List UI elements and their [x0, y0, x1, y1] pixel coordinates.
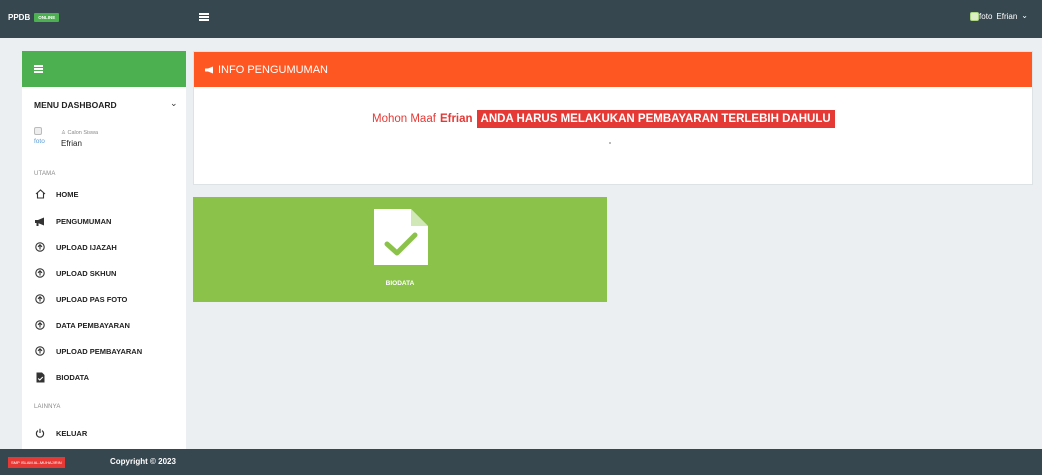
sidebar-item-data-pembayaran[interactable]: DATA PEMBAYARAN — [34, 317, 184, 333]
biodata-tile[interactable]: BIODATA — [193, 197, 607, 302]
upload-circle-icon — [34, 320, 46, 330]
sidebar-toggle-icon[interactable] — [34, 65, 43, 73]
home-icon — [34, 189, 46, 199]
sidebar-item-label: UPLOAD SKHUN — [56, 268, 117, 278]
sidebar-item-upload-ijazah[interactable]: UPLOAD IJAZAH — [34, 239, 184, 255]
sidebar-item-label: UPLOAD PAS FOTO — [56, 294, 128, 304]
profile-photo: foto — [34, 127, 50, 147]
sidebar-item-upload-pembayaran[interactable]: UPLOAD PEMBAYARAN — [34, 343, 184, 359]
copyright-text: Copyright © 2023 — [110, 457, 176, 466]
user-name: Efrian — [996, 12, 1018, 21]
sidebar-item-biodata[interactable]: BIODATA — [34, 369, 184, 385]
bullhorn-icon — [204, 66, 214, 74]
file-check-icon — [34, 372, 46, 383]
profile-role: ♙ Calon Siswa — [61, 130, 99, 136]
upload-circle-icon — [34, 294, 46, 304]
brand[interactable]: PPDB ONLINE — [8, 13, 60, 22]
tile-label: BIODATA — [385, 280, 415, 287]
profile-name: Efrian — [61, 139, 82, 148]
user-menu[interactable]: foto Efrian ⌄ — [970, 10, 1028, 21]
message-prefix: Mohon Maaf — [372, 113, 436, 125]
divider-dot — [609, 142, 611, 144]
sidebar-item-label: PENGUMUMAN — [56, 216, 112, 226]
sidebar-item-label: KELUAR — [56, 428, 88, 438]
upload-circle-icon — [34, 346, 46, 356]
announcement-message: Mohon Maaf Efrian ANDA HARUS MELAKUKAN P… — [372, 110, 835, 128]
info-title: INFO PENGUMUMAN — [218, 63, 328, 76]
user-avatar-alt: foto — [979, 12, 993, 21]
sidebar-item-label: BIODATA — [56, 372, 90, 382]
chevron-down-icon[interactable]: ⌄ — [170, 98, 178, 109]
hamburger-menu-icon[interactable] — [199, 13, 209, 21]
sidebar-item-label: UPLOAD IJAZAH — [56, 242, 117, 252]
online-badge: ONLINE — [34, 13, 60, 22]
sidebar-item-logout[interactable]: KELUAR — [34, 425, 184, 441]
sidebar-item-upload-pas-foto[interactable]: UPLOAD PAS FOTO — [34, 291, 184, 307]
broken-image-icon — [34, 127, 42, 135]
brand-name: PPDB — [8, 13, 31, 22]
document-check-icon — [373, 208, 429, 271]
chevron-down-icon: ⌄ — [1021, 10, 1028, 20]
school-badge: SMP ISLAM AL-MUHAJIRIN — [8, 457, 65, 468]
sidebar-item-label: DATA PEMBAYARAN — [56, 320, 130, 330]
section-label-main: UTAMA — [34, 171, 56, 177]
info-header: INFO PENGUMUMAN — [194, 52, 1032, 87]
info-panel: INFO PENGUMUMAN Mohon Maaf Efrian ANDA H… — [193, 51, 1033, 185]
sidebar: MENU DASHBOARD ⌄ foto ♙ Calon Siswa Efri… — [22, 51, 186, 452]
profile-photo-alt: foto — [34, 138, 45, 145]
top-navbar: PPDB ONLINE foto Efrian ⌄ — [0, 0, 1042, 38]
menu-dashboard-title: MENU DASHBOARD — [34, 100, 117, 110]
footer: SMP ISLAM AL-MUHAJIRIN Copyright © 2023 — [0, 449, 1042, 475]
user-avatar-icon — [970, 12, 980, 21]
section-label-other: LAINNYA — [34, 404, 61, 410]
power-icon — [34, 428, 46, 438]
message-name: Efrian — [439, 113, 473, 125]
sidebar-header — [22, 51, 186, 87]
sidebar-item-label: UPLOAD PEMBAYARAN — [56, 346, 143, 356]
payment-warning: ANDA HARUS MELAKUKAN PEMBAYARAN TERLEBIH… — [476, 110, 835, 128]
upload-circle-icon — [34, 268, 46, 278]
bullhorn-icon — [34, 217, 46, 226]
sidebar-item-upload-skhun[interactable]: UPLOAD SKHUN — [34, 265, 184, 281]
sidebar-item-home[interactable]: HOME — [34, 186, 184, 202]
sidebar-item-pengumuman[interactable]: PENGUMUMAN — [34, 213, 184, 229]
sidebar-item-label: HOME — [56, 189, 79, 199]
user-icon: ♙ — [61, 130, 66, 136]
upload-circle-icon — [34, 242, 46, 252]
